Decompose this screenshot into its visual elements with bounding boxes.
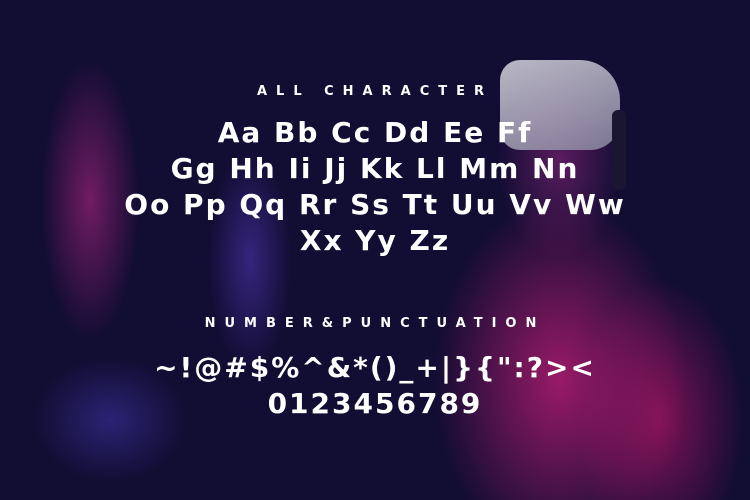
alphabet-line-4: Xx Yy Zz (299, 224, 451, 257)
number-punctuation-heading: NUMBER&PUNCTUATION (204, 316, 546, 331)
numbers-line: 0123456789 (267, 387, 483, 420)
all-character-heading: ALL CHARACTER (256, 84, 493, 99)
font-showcase: ALL CHARACTER Aa Bb Cc Dd Ee Ff Gg Hh Ii… (0, 0, 750, 500)
punctuation-line: ~!@#$%^&*()_+|}{":?>< (154, 351, 596, 384)
alphabet-line-2: Gg Hh Ii Jj Kk Ll Mm Nn (170, 152, 580, 185)
alphabet-line-1: Aa Bb Cc Dd Ee Ff (217, 116, 533, 149)
alphabet-line-3: Oo Pp Qq Rr Ss Tt Uu Vv Ww (124, 188, 626, 221)
